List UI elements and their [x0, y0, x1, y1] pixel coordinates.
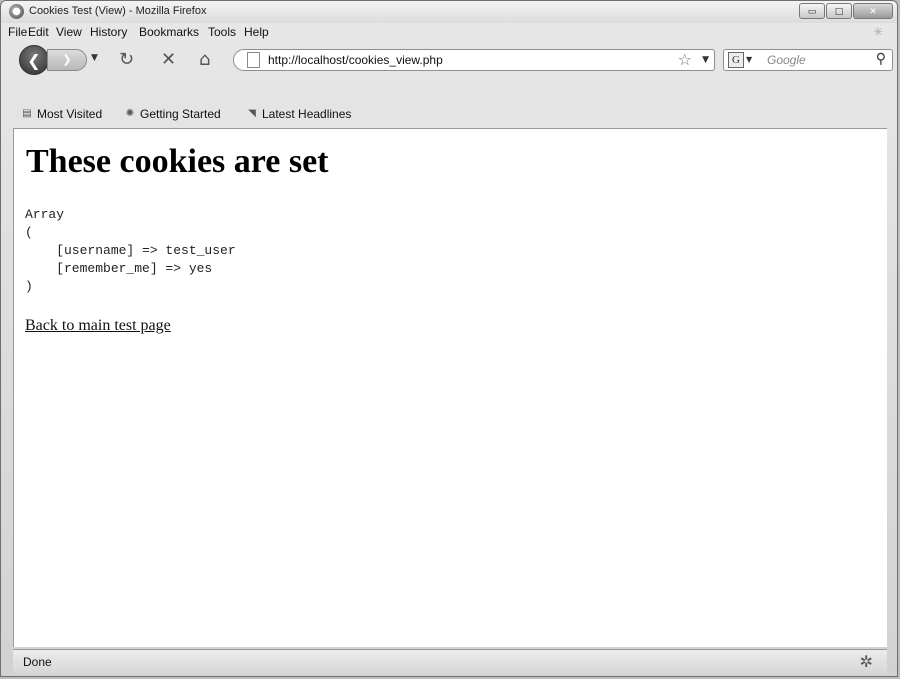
- firefox-app-icon: ●: [9, 4, 24, 19]
- menu-history[interactable]: History: [90, 25, 127, 39]
- reload-icon[interactable]: ↻: [119, 49, 134, 70]
- firefox-icon: ✺: [125, 108, 135, 119]
- page-icon: [247, 52, 260, 68]
- rss-feed-icon: ◥: [248, 108, 256, 119]
- bookmark-label: Most Visited: [37, 107, 103, 121]
- window-title: Cookies Test (View) - Mozilla Firefox: [29, 5, 207, 17]
- menu-help[interactable]: Help: [244, 25, 269, 39]
- url-dropdown-icon[interactable]: ▼: [702, 55, 709, 65]
- status-text: Done: [23, 655, 52, 669]
- forward-arrow-icon: ❯: [62, 53, 72, 66]
- search-engine-icon[interactable]: G: [728, 52, 744, 68]
- page-heading: These cookies are set: [26, 143, 329, 180]
- cookie-array-output: Array ( [username] => test_user [remembe…: [25, 207, 236, 294]
- forward-button[interactable]: ❯: [47, 49, 87, 71]
- search-placeholder[interactable]: Google: [767, 53, 806, 67]
- menu-edit[interactable]: Edit: [28, 25, 49, 39]
- menu-file[interactable]: File: [8, 25, 27, 39]
- history-dropdown-icon[interactable]: ▼: [91, 53, 98, 63]
- back-to-main-link[interactable]: Back to main test page: [25, 317, 171, 335]
- search-box[interactable]: G ▼ Google ⚲: [723, 49, 893, 71]
- bookmark-label: Getting Started: [140, 107, 221, 121]
- back-button[interactable]: ❮: [19, 45, 49, 75]
- title-bar: ● Cookies Test (View) - Mozilla Firefox …: [1, 1, 897, 23]
- navigation-toolbar: ❮ ❯ ▼ ↻ ✕ ⌂ http://localhost/cookies_vie…: [1, 41, 897, 77]
- url-text[interactable]: http://localhost/cookies_view.php: [268, 53, 443, 67]
- window-controls: ▭ □ ✕: [799, 3, 893, 19]
- loading-throbber-icon: ✳: [873, 25, 884, 39]
- address-bar[interactable]: http://localhost/cookies_view.php ☆ ▼: [233, 49, 715, 71]
- menu-bar: File Edit View History Bookmarks Tools H…: [1, 23, 897, 41]
- page-content: These cookies are set Array ( [username]…: [13, 128, 887, 647]
- bookmark-label: Latest Headlines: [262, 107, 352, 121]
- back-arrow-icon: ❮: [27, 51, 41, 70]
- close-button[interactable]: ✕: [853, 3, 893, 19]
- browser-window: ● Cookies Test (View) - Mozilla Firefox …: [0, 0, 898, 677]
- search-engine-dropdown-icon[interactable]: ▼: [746, 55, 752, 64]
- maximize-button[interactable]: □: [826, 3, 852, 19]
- search-magnifier-icon[interactable]: ⚲: [876, 51, 886, 67]
- bookmark-getting-started[interactable]: ✺ Getting Started: [124, 107, 221, 121]
- stop-icon[interactable]: ✕: [161, 49, 176, 70]
- status-activity-icon: ✲: [859, 652, 873, 671]
- menu-bookmarks[interactable]: Bookmarks: [139, 25, 199, 39]
- bookmarks-toolbar: ▤ Most Visited ✺ Getting Started ◥ Lates…: [1, 101, 897, 127]
- menu-tools[interactable]: Tools: [208, 25, 236, 39]
- home-icon[interactable]: ⌂: [199, 49, 210, 70]
- bookmark-star-icon[interactable]: ☆: [678, 50, 692, 69]
- minimize-button[interactable]: ▭: [799, 3, 825, 19]
- most-visited-icon: ▤: [22, 108, 32, 119]
- bookmark-most-visited[interactable]: ▤ Most Visited: [21, 107, 102, 121]
- bookmark-latest-headlines[interactable]: ◥ Latest Headlines: [246, 107, 351, 121]
- status-bar: Done ✲: [13, 649, 887, 674]
- menu-view[interactable]: View: [56, 25, 82, 39]
